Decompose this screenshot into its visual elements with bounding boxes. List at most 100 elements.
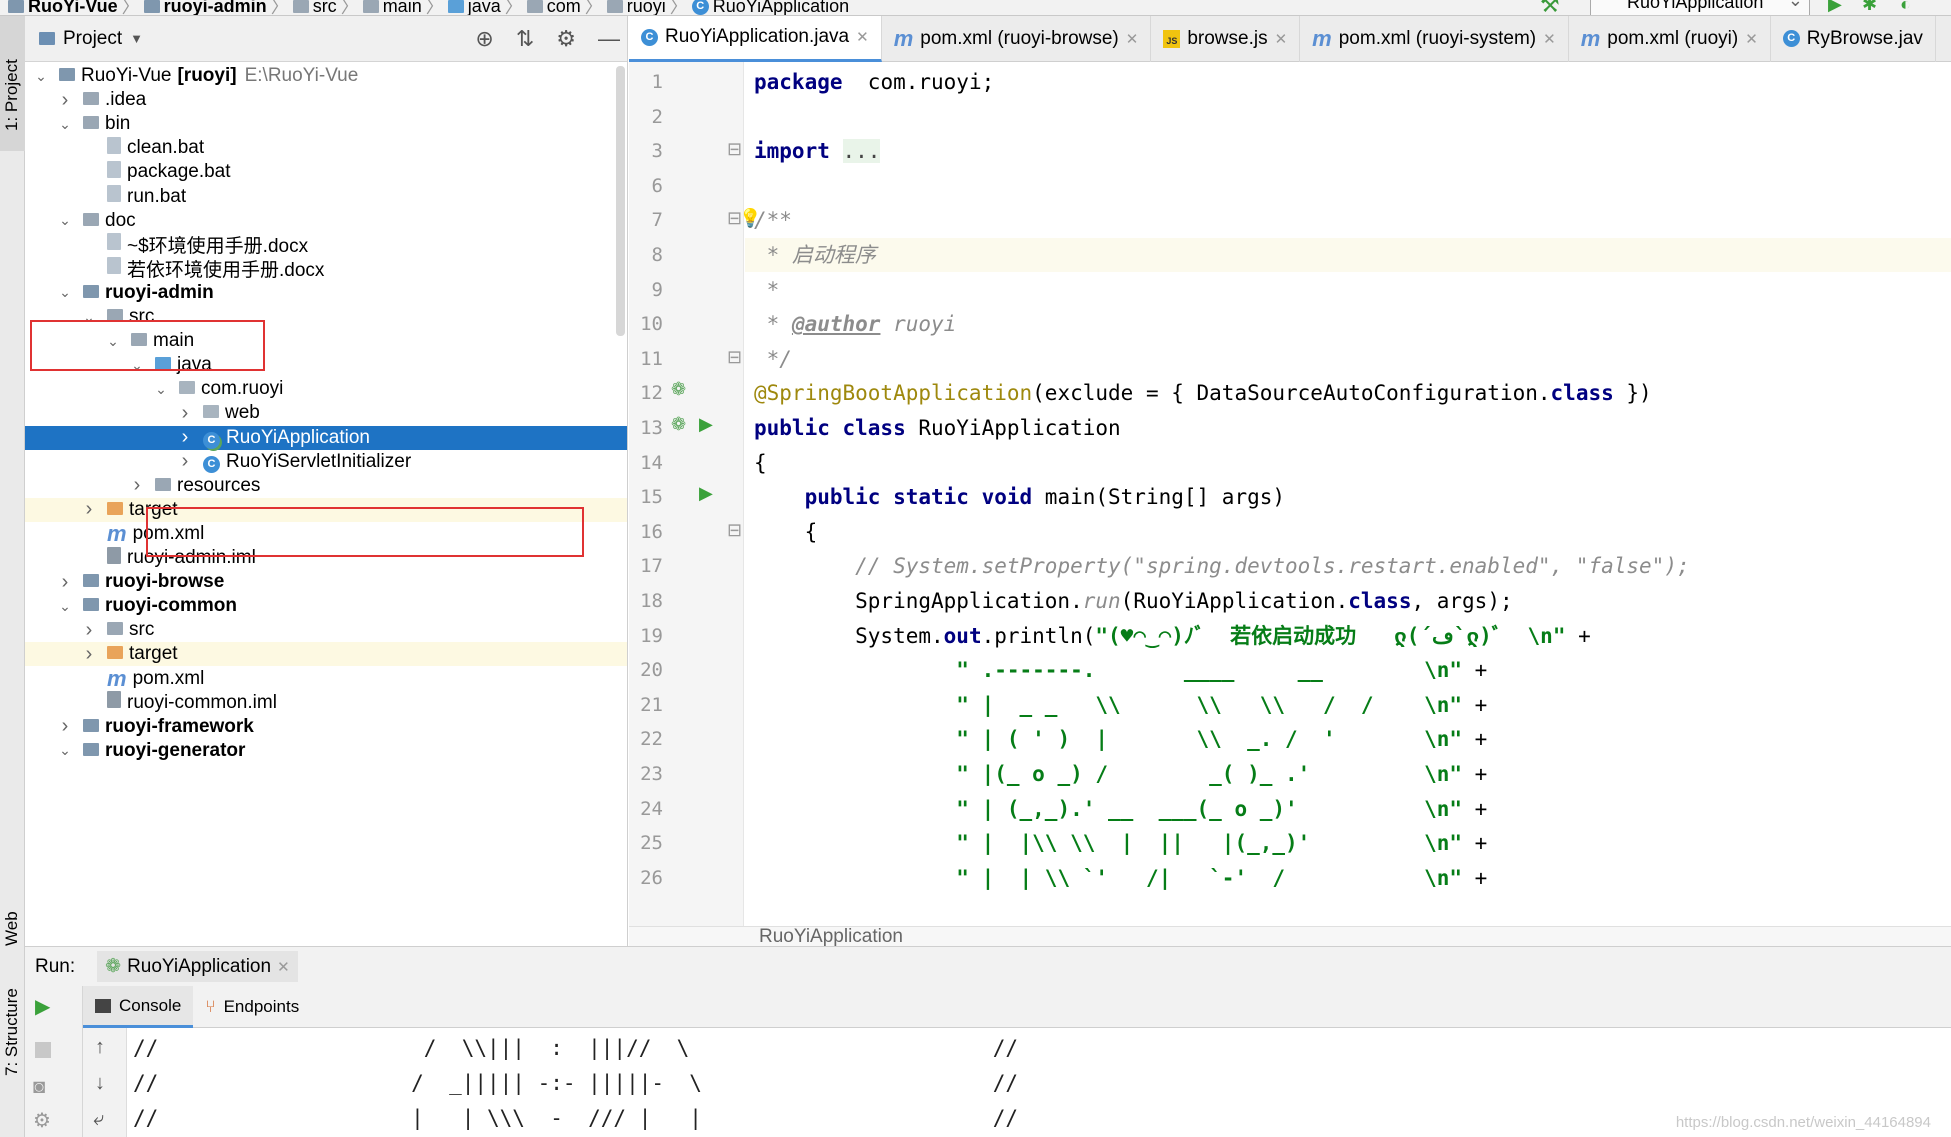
arrow-up-icon[interactable]: ↑	[95, 1036, 105, 1059]
chevron-right-icon[interactable]: ›	[81, 619, 97, 642]
editor-tabs: C RuoYiApplication.java ✕ m pom.xml (ruoyi-b…	[629, 16, 1951, 62]
chevron-right-icon[interactable]: ›	[81, 643, 97, 666]
tree-item[interactable]: › C RuoYiServletInitializer	[25, 450, 627, 474]
tree-item[interactable]: ⌄ ruoyi-admin	[25, 281, 627, 305]
close-icon[interactable]: ✕	[856, 28, 869, 46]
breadcrumb-item[interactable]: RuoYi-Vue	[28, 0, 118, 15]
editor-tab[interactable]: m pom.xml (ruoyi-browse) ✕	[882, 16, 1152, 62]
collapse-all-icon[interactable]: ⇅	[516, 26, 534, 52]
tree-item[interactable]: › C RuoYiApplication	[25, 425, 627, 450]
breadcrumb-item[interactable]: java	[468, 0, 501, 15]
chevron-right-icon[interactable]: ›	[177, 450, 193, 473]
soft-wrap-icon[interactable]: ⤶	[93, 1108, 104, 1131]
tree-item[interactable]: ~$环境使用手册.docx	[25, 233, 627, 257]
breadcrumb-item[interactable]: main	[383, 0, 422, 15]
close-icon[interactable]: ✕	[1543, 30, 1556, 48]
editor-tab[interactable]: m pom.xml (ruoyi) ✕	[1569, 16, 1771, 62]
tree-item[interactable]: › .idea	[25, 88, 627, 112]
run-config-select[interactable]: RuoYiApplication ⌄	[1590, 0, 1810, 15]
breadcrumb-item[interactable]: com	[547, 0, 581, 15]
tree-item[interactable]: 若依环境使用手册.docx	[25, 257, 627, 281]
camera-icon[interactable]: ◙	[33, 1076, 45, 1099]
run-config-tab[interactable]: ❁ RuoYiApplication ✕	[97, 951, 298, 982]
tree-item[interactable]: m pom.xml	[25, 665, 627, 691]
fold-icon[interactable]: ⊟	[727, 347, 742, 368]
tree-item[interactable]: › src	[25, 618, 627, 642]
tree-item[interactable]: run.bat	[25, 185, 627, 209]
close-icon[interactable]: ✕	[1275, 30, 1288, 48]
tree-item[interactable]: › resources	[25, 474, 627, 498]
tree-item[interactable]: › ruoyi-browse	[25, 570, 627, 594]
chevron-down-icon[interactable]: ⌄	[33, 68, 49, 85]
chevron-down-icon[interactable]: ⌄	[57, 116, 73, 133]
project-tool-button[interactable]: 1: Project	[0, 16, 25, 151]
close-icon[interactable]: ✕	[1745, 30, 1758, 48]
tree-item[interactable]: ⌄ ruoyi-common	[25, 594, 627, 618]
spring-bean-icon[interactable]: ❁	[671, 379, 686, 400]
chevron-right-icon[interactable]: ›	[57, 89, 73, 112]
console-output[interactable]: ↑ ↓ ⤶ // / \\||| : |||// \ // // / _||||…	[83, 1028, 1951, 1137]
arrow-down-icon[interactable]: ↓	[95, 1072, 105, 1095]
run-icon[interactable]: ▶	[699, 414, 713, 435]
debug-icon[interactable]: ✱	[1862, 0, 1877, 15]
maven-icon: m	[107, 665, 127, 691]
close-icon[interactable]: ✕	[1126, 30, 1139, 48]
tree-scrollbar[interactable]	[616, 66, 625, 336]
web-tool-button[interactable]: Web	[2, 911, 22, 946]
spring-bean-icon[interactable]: ❁	[671, 414, 686, 435]
editor-tab[interactable]: C RuoYiApplication.java ✕	[629, 16, 882, 62]
tree-item[interactable]: clean.bat	[25, 136, 627, 160]
chevron-down-icon[interactable]: ⌄	[57, 742, 73, 759]
tree-item[interactable]: ⌄ bin	[25, 112, 627, 136]
fold-icon[interactable]: ⊟	[727, 139, 742, 160]
structure-tool-button[interactable]: 7: Structure	[2, 988, 22, 1076]
tab-console[interactable]: Console	[83, 986, 194, 1028]
tree-item[interactable]: › web	[25, 401, 627, 425]
breadcrumb-item[interactable]: ruoyi	[627, 0, 666, 15]
gear-icon[interactable]: ⚙	[556, 26, 576, 52]
chevron-down-icon[interactable]: ⌄	[57, 598, 73, 615]
chevron-down-icon[interactable]: ⌄	[57, 284, 73, 301]
locate-icon[interactable]: ⊕	[475, 26, 493, 52]
tree-item[interactable]: › ruoyi-framework	[25, 715, 627, 739]
folder-icon	[83, 89, 99, 111]
tree-item[interactable]: ⌄ com.ruoyi	[25, 377, 627, 401]
breadcrumb-item[interactable]: ruoyi-admin	[164, 0, 267, 15]
close-icon[interactable]: ✕	[277, 958, 290, 976]
chevron-down-icon[interactable]: ⌄	[153, 381, 169, 398]
settings-icon[interactable]: ⚙	[33, 1108, 51, 1133]
chevron-right-icon[interactable]: ›	[129, 474, 145, 497]
editor-tab[interactable]: JS browse.js ✕	[1151, 16, 1301, 62]
tab-console-label: Console	[119, 995, 182, 1015]
tree-item[interactable]: ⌄ RuoYi-Vue [ruoyi] E:\RuoYi-Vue	[25, 64, 627, 88]
tree-item[interactable]: ruoyi-common.iml	[25, 691, 627, 715]
rerun-icon[interactable]: ▶	[35, 994, 50, 1019]
chevron-right-icon[interactable]: ›	[177, 426, 193, 449]
tree-item[interactable]: ⌄ doc	[25, 209, 627, 233]
tree-item[interactable]: › target	[25, 642, 627, 667]
build-icon[interactable]: ⚒	[1540, 0, 1560, 15]
chevron-right-icon[interactable]: ›	[177, 402, 193, 425]
chevron-right-icon[interactable]: ›	[57, 571, 73, 594]
editor-tab[interactable]: m pom.xml (ruoyi-system) ✕	[1300, 16, 1569, 62]
chevron-down-icon[interactable]: ⌄	[57, 212, 73, 229]
coverage-icon[interactable]: ◐	[1900, 0, 1911, 15]
fold-icon[interactable]: ⊟	[727, 520, 742, 541]
chevron-right-icon[interactable]: ›	[81, 498, 97, 521]
breadcrumb-item[interactable]: RuoYiApplication	[713, 0, 849, 15]
chevron-right-icon[interactable]: ›	[57, 715, 73, 738]
hide-icon[interactable]: —	[598, 26, 620, 52]
run-icon[interactable]: ▶	[1828, 0, 1842, 15]
tree-item[interactable]: ⌄ ruoyi-generator	[25, 739, 627, 763]
project-view-selector[interactable]: Project ▼	[39, 28, 143, 50]
editor-tab[interactable]: C RyBrowse.jav	[1771, 16, 1936, 62]
run-icon[interactable]: ▶	[699, 483, 713, 504]
editor-breadcrumb: RuoYiApplication	[629, 926, 1951, 946]
tree-item[interactable]: package.bat	[25, 160, 627, 184]
code-token: +	[1462, 727, 1488, 752]
stop-icon[interactable]	[35, 1042, 51, 1058]
breadcrumb-item[interactable]: src	[313, 0, 337, 15]
tab-endpoints[interactable]: ⑂ Endpoints	[193, 986, 311, 1028]
code-view[interactable]: package com.ruoyi; import ... /** * 启动程序 *…	[745, 62, 1951, 926]
editor-breadcrumb-item[interactable]: RuoYiApplication	[759, 926, 903, 946]
